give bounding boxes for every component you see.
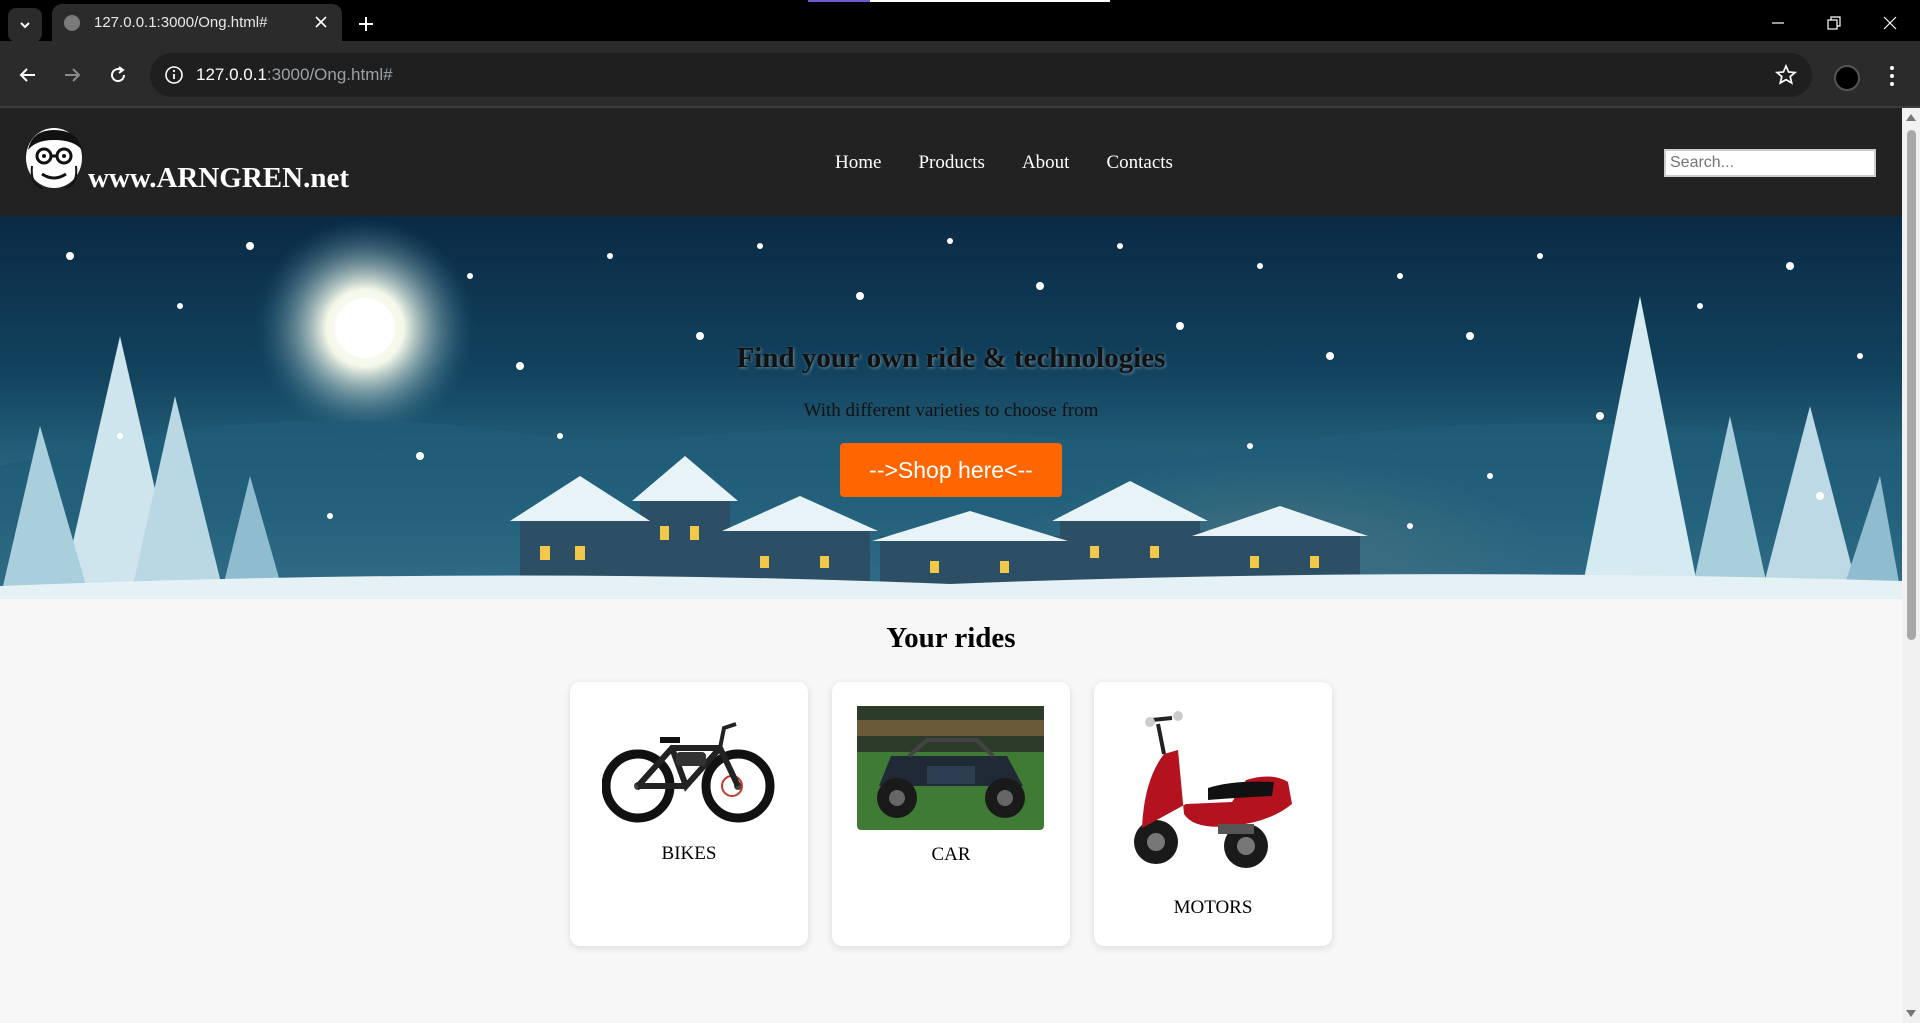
- close-icon: [315, 16, 327, 28]
- page-scrollbar[interactable]: [1902, 108, 1920, 1023]
- scroll-down-arrow-icon[interactable]: [1906, 1010, 1916, 1017]
- ride-card-label: CAR: [931, 844, 971, 865]
- scooter-image: [1134, 711, 1292, 868]
- hero-banner: Find your own ride & technologies With d…: [0, 216, 1902, 599]
- minimize-icon: [1772, 22, 1784, 24]
- browser-tab[interactable]: 127.0.0.1:3000/Ong.html#: [52, 4, 342, 41]
- ride-card-label: MOTORS: [1173, 897, 1253, 918]
- bike-image: [602, 722, 775, 823]
- info-icon[interactable]: [162, 63, 186, 87]
- ride-card-bikes[interactable]: BIKES: [570, 682, 808, 946]
- reload-button[interactable]: [102, 59, 134, 91]
- restore-button[interactable]: [1814, 8, 1854, 38]
- arrow-right-icon: [65, 68, 81, 82]
- url-path: :3000/Ong.html#: [266, 65, 393, 84]
- more-menu-icon[interactable]: [1880, 61, 1904, 91]
- profile-avatar[interactable]: [1834, 65, 1860, 91]
- site-header: www.ARNGREN.net Home Products About Cont…: [0, 108, 1902, 216]
- nav-about[interactable]: About: [1022, 152, 1070, 174]
- arrow-left-icon: [19, 68, 35, 82]
- ride-card-motors[interactable]: MOTORS: [1094, 682, 1332, 946]
- nav-contacts[interactable]: Contacts: [1106, 152, 1173, 174]
- tab-search-button[interactable]: [8, 8, 42, 42]
- shop-here-button[interactable]: -->Shop here<--: [840, 443, 1062, 497]
- ride-card-car[interactable]: CAR: [832, 682, 1070, 946]
- reload-icon: [111, 66, 126, 83]
- restore-icon: [1827, 16, 1841, 30]
- car-image: [857, 706, 1044, 830]
- browser-toolbar: 127.0.0.1:3000/Ong.html#: [0, 41, 1920, 108]
- url-text: 127.0.0.1:3000/Ong.html#: [196, 65, 393, 85]
- top-indicator-accent: [808, 0, 870, 2]
- globe-icon: [64, 14, 80, 31]
- nav-home[interactable]: Home: [835, 152, 881, 174]
- star-icon[interactable]: [1774, 63, 1798, 87]
- scrollbar-thumb[interactable]: [1907, 130, 1916, 640]
- main-nav: Home Products About Contacts: [835, 152, 1210, 174]
- tab-strip: 127.0.0.1:3000/Ong.html#: [0, 0, 1920, 42]
- back-button[interactable]: [12, 59, 44, 91]
- hero-title: Find your own ride & technologies: [736, 342, 1166, 374]
- rides-section-title: Your rides: [886, 622, 1016, 654]
- page-viewport: www.ARNGREN.net Home Products About Cont…: [0, 108, 1902, 1023]
- tab-close-button[interactable]: [312, 13, 330, 31]
- logo-face-icon: [26, 128, 82, 189]
- plus-icon: [359, 17, 373, 31]
- chevron-down-icon: [20, 22, 30, 29]
- hero-subtitle: With different varieties to choose from: [803, 400, 1099, 421]
- search-input[interactable]: [1664, 149, 1876, 177]
- close-window-button[interactable]: [1870, 8, 1910, 38]
- browser-window: 127.0.0.1:3000/Ong.html# 127.0.0.1:3000/…: [0, 0, 1920, 1023]
- minimize-button[interactable]: [1758, 8, 1798, 38]
- new-tab-button[interactable]: [352, 10, 380, 38]
- address-bar[interactable]: 127.0.0.1:3000/Ong.html#: [150, 53, 1812, 97]
- forward-button[interactable]: [56, 59, 88, 91]
- scroll-up-arrow-icon[interactable]: [1906, 114, 1916, 121]
- site-logo-text[interactable]: www.ARNGREN.net: [88, 162, 349, 195]
- tab-title: 127.0.0.1:3000/Ong.html#: [94, 14, 268, 31]
- nav-products[interactable]: Products: [918, 152, 985, 174]
- ride-card-label: BIKES: [661, 843, 717, 864]
- close-icon: [1883, 16, 1897, 30]
- url-host: 127.0.0.1: [196, 65, 267, 84]
